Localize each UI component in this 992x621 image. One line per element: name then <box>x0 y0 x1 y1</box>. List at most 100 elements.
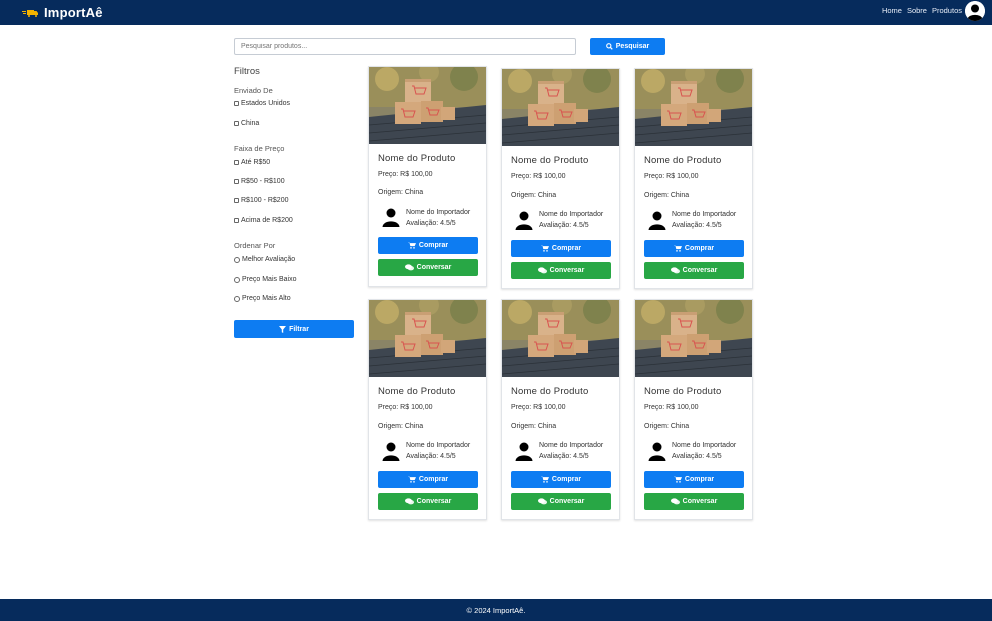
buy-button[interactable]: Comprar <box>511 240 611 257</box>
chat-button-label: Conversar <box>416 264 452 271</box>
sort-option-lowest-price[interactable]: Preço Mais Baixo <box>234 276 296 283</box>
cart-icon <box>673 245 682 252</box>
checkbox[interactable] <box>234 198 239 203</box>
cart-icon <box>540 476 549 483</box>
option-label: R$50 - R$100 <box>241 178 285 185</box>
checkbox[interactable] <box>234 218 239 223</box>
sort-option-highest-price[interactable]: Preço Mais Alto <box>234 295 291 302</box>
cart-icon <box>407 476 416 483</box>
radio[interactable] <box>234 276 240 283</box>
nav-about-link[interactable]: Sobre <box>907 6 927 15</box>
chat-button[interactable]: Conversar <box>378 493 478 510</box>
product-card: Nome do Produto Preço: R$ 100,00 Origem:… <box>368 66 487 287</box>
chat-button-label: Conversar <box>682 498 718 505</box>
price-filter-label: Faixa de Preço <box>234 144 285 153</box>
product-price: Preço: R$ 100,00 <box>644 404 699 411</box>
main-nav: Home Sobre Produtos <box>882 6 962 15</box>
chat-bubbles-icon <box>670 267 680 274</box>
buy-button[interactable]: Comprar <box>644 471 744 488</box>
delivery-truck-icon <box>22 9 38 17</box>
product-image[interactable] <box>635 69 752 146</box>
search-button[interactable]: Pesquisar <box>590 38 665 55</box>
buy-button-label: Comprar <box>684 245 715 252</box>
importer-rating: Avaliação: 4.5/5 <box>672 222 722 229</box>
product-origin: Origem: China <box>644 423 690 430</box>
importer-name: Nome do Importador <box>672 442 737 449</box>
funnel-icon <box>279 325 287 333</box>
product-price: Preço: R$ 100,00 <box>511 173 566 180</box>
sort-option-best-rating[interactable]: Melhor Avaliação <box>234 256 295 263</box>
chat-button[interactable]: Conversar <box>644 493 744 510</box>
sort-label: Ordenar Por <box>234 241 276 250</box>
buy-button[interactable]: Comprar <box>378 471 478 488</box>
footer-copyright: © 2024 ImportAê. <box>466 605 526 615</box>
cart-icon <box>673 476 682 483</box>
origin-option-china[interactable]: China <box>234 120 259 127</box>
footer: © 2024 ImportAê. <box>0 599 992 621</box>
product-price: Preço: R$ 100,00 <box>378 171 433 178</box>
buy-button[interactable]: Comprar <box>644 240 744 257</box>
chat-button[interactable]: Conversar <box>378 259 478 276</box>
chat-bubbles-icon <box>537 267 547 274</box>
product-image[interactable] <box>502 69 619 146</box>
price-option-under-50[interactable]: Até R$50 <box>234 159 270 166</box>
option-label: Acima de R$200 <box>241 217 293 224</box>
product-image[interactable] <box>635 300 752 377</box>
origin-option-usa[interactable]: Estados Unidos <box>234 100 290 107</box>
product-title: Nome do Produto <box>511 155 589 166</box>
price-option-100-200[interactable]: R$100 - R$200 <box>234 197 288 204</box>
nav-home-link[interactable]: Home <box>882 6 902 15</box>
option-label: Preço Mais Alto <box>242 295 291 302</box>
chat-button[interactable]: Conversar <box>511 493 611 510</box>
importer-avatar-icon <box>381 207 401 227</box>
product-price: Preço: R$ 100,00 <box>644 173 699 180</box>
buy-button[interactable]: Comprar <box>378 237 478 254</box>
importer-avatar-icon <box>514 441 534 461</box>
chat-bubbles-icon <box>404 498 414 505</box>
checkbox[interactable] <box>234 121 239 126</box>
buy-button-label: Comprar <box>418 476 449 483</box>
nav-products-link[interactable]: Produtos <box>932 6 962 15</box>
product-price: Preço: R$ 100,00 <box>378 404 433 411</box>
origin-filter-label: Enviado De <box>234 86 273 95</box>
search-icon <box>605 43 613 50</box>
importer-avatar-icon <box>647 210 667 230</box>
product-image[interactable] <box>369 300 486 377</box>
checkbox[interactable] <box>234 179 239 184</box>
search-button-label: Pesquisar <box>615 43 650 50</box>
importer-avatar-icon <box>381 441 401 461</box>
product-title: Nome do Produto <box>378 153 456 164</box>
checkbox[interactable] <box>234 101 239 106</box>
importer-rating: Avaliação: 4.5/5 <box>406 453 456 460</box>
chat-button-label: Conversar <box>682 267 718 274</box>
product-title: Nome do Produto <box>644 386 722 397</box>
importer-rating: Avaliação: 4.5/5 <box>539 222 589 229</box>
checkbox[interactable] <box>234 160 239 165</box>
price-option-50-100[interactable]: R$50 - R$100 <box>234 178 285 185</box>
product-image[interactable] <box>369 67 486 144</box>
product-origin: Origem: China <box>511 192 557 199</box>
product-image[interactable] <box>502 300 619 377</box>
product-card: Nome do Produto Preço: R$ 100,00 Origem:… <box>368 299 487 520</box>
buy-button[interactable]: Comprar <box>511 471 611 488</box>
importer-name: Nome do Importador <box>539 211 604 218</box>
option-label: Até R$50 <box>241 159 271 166</box>
brand-logo[interactable]: ImportAê <box>22 4 103 21</box>
radio[interactable] <box>234 295 240 302</box>
importer-avatar-icon <box>514 210 534 230</box>
importer-name: Nome do Importador <box>406 209 471 216</box>
cart-icon <box>407 242 416 249</box>
chat-button[interactable]: Conversar <box>644 262 744 279</box>
radio[interactable] <box>234 256 240 263</box>
search-input[interactable] <box>234 38 576 55</box>
option-label: Estados Unidos <box>241 100 291 107</box>
filter-button[interactable]: Filtrar <box>234 320 354 338</box>
chat-button[interactable]: Conversar <box>511 262 611 279</box>
buy-button-label: Comprar <box>551 476 582 483</box>
option-label: China <box>241 120 260 127</box>
importer-rating: Avaliação: 4.5/5 <box>539 453 589 460</box>
price-option-over-200[interactable]: Acima de R$200 <box>234 217 293 224</box>
product-title: Nome do Produto <box>644 155 722 166</box>
product-price: Preço: R$ 100,00 <box>511 404 566 411</box>
user-avatar[interactable] <box>965 1 985 21</box>
